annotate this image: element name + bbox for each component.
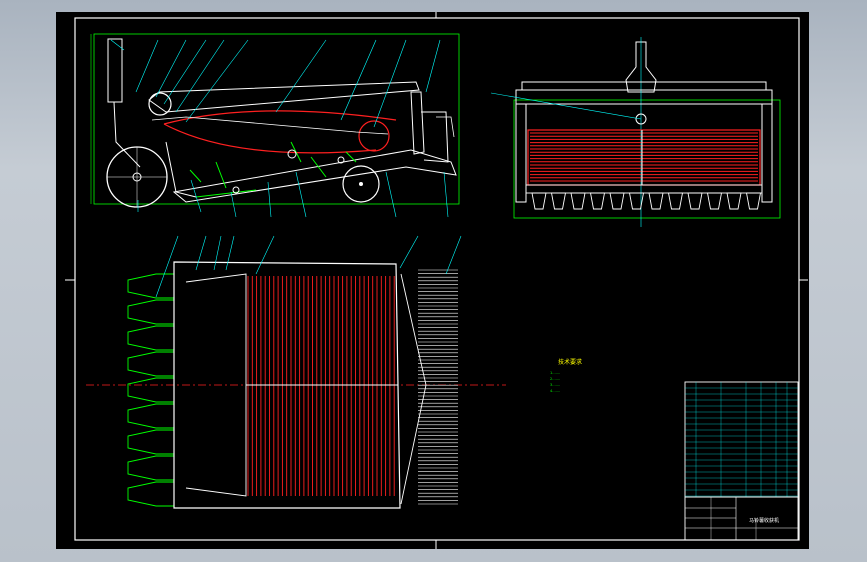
drawing-name: 马铃薯收获机: [749, 517, 779, 524]
cad-viewport[interactable]: 技术要求 1.…… 2.…… 3.…… 4.…… 马铃薯收获机: [0, 0, 867, 562]
assembly-drawing: 技术要求 1.…… 2.…… 3.…… 4.…… 马铃薯收获机: [65, 12, 808, 549]
title-block: 马铃薯收获机: [684, 496, 799, 541]
front-sieve: [527, 129, 761, 186]
gauge-wheel: [106, 146, 168, 208]
rear-wheel: [342, 165, 380, 203]
notes-line-1: 1.……: [550, 371, 561, 375]
parts-list: [684, 381, 799, 498]
technical-notes: 技术要求 1.…… 2.…… 3.…… 4.……: [550, 358, 582, 393]
front-view: [490, 37, 781, 227]
plan-view: [86, 235, 506, 509]
notes-title: 技术要求: [558, 358, 582, 366]
drawing-sheet: 技术要求 1.…… 2.…… 3.…… 4.…… 马铃薯收获机: [56, 12, 809, 549]
side-view: [90, 33, 460, 218]
notes-line-3: 3.……: [550, 383, 561, 387]
notes-line-4: 4.……: [550, 389, 561, 393]
notes-line-2: 2.……: [550, 377, 561, 381]
